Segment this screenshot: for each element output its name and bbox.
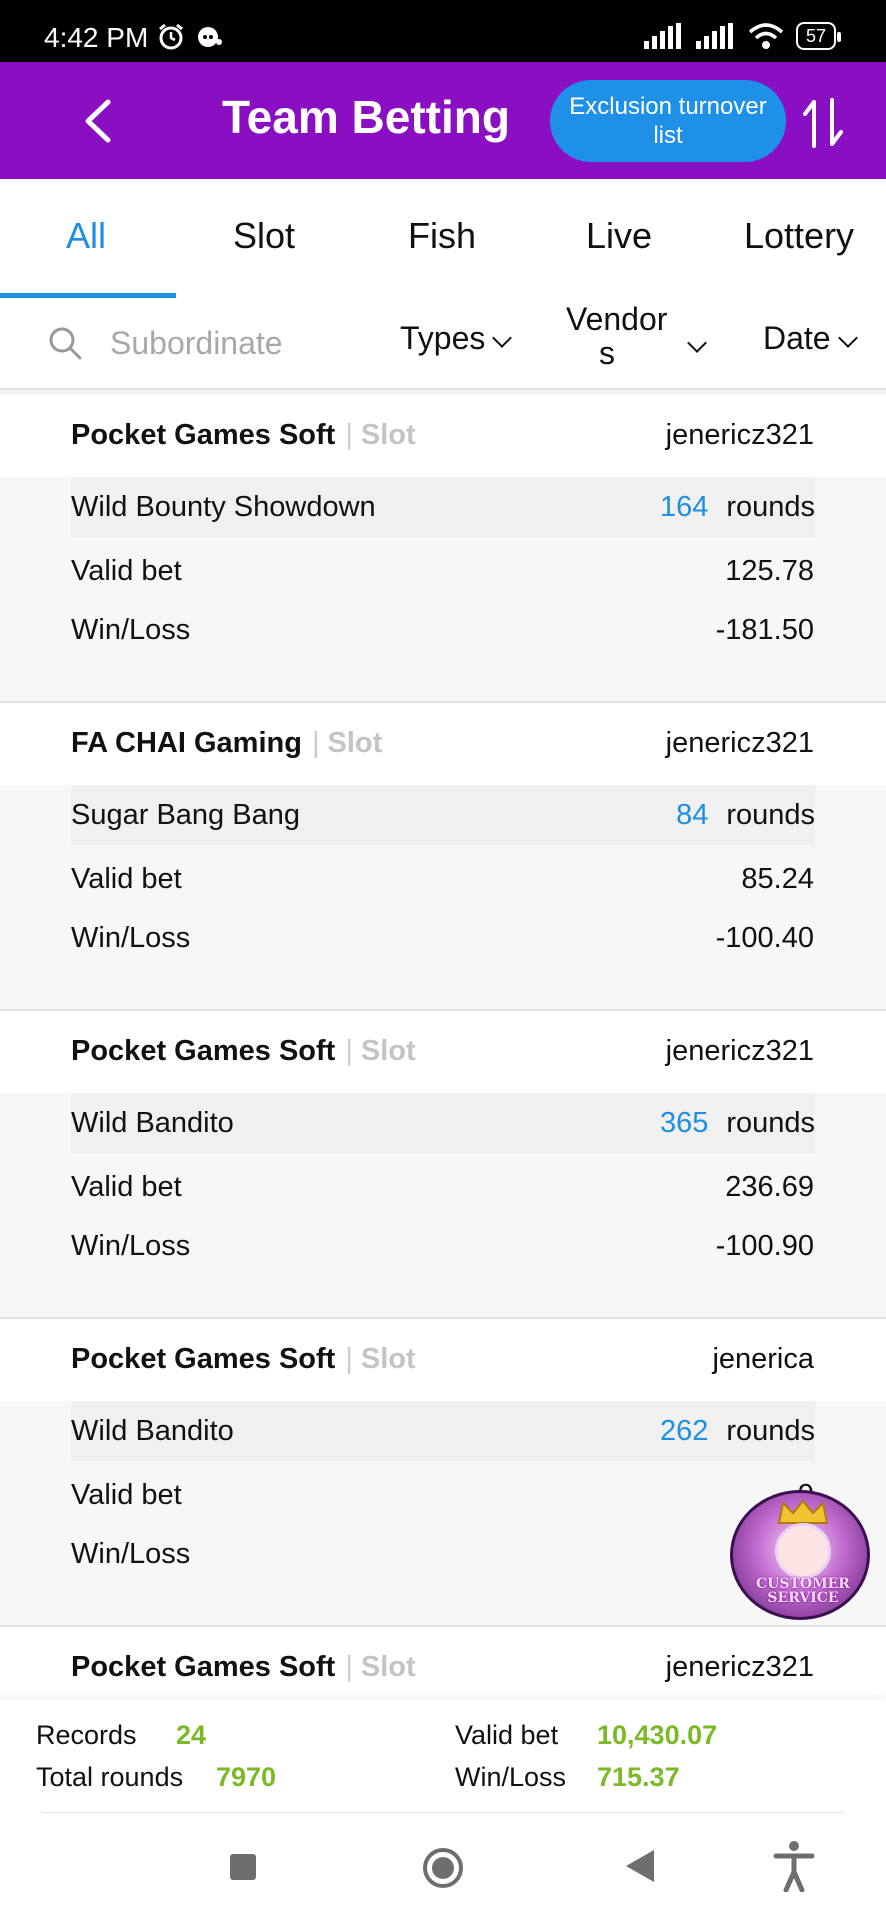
username: jenericz321 bbox=[665, 1651, 814, 1683]
vendor-name: FA CHAI Gaming | Slot bbox=[71, 727, 383, 759]
valid-bet-total-value: 10,430.07 bbox=[597, 1720, 718, 1750]
vendors-filter-label: Vendor s bbox=[566, 301, 668, 371]
valid-bet-label: Valid bet bbox=[71, 1479, 182, 1511]
recent-apps-button[interactable] bbox=[230, 1854, 256, 1880]
types-filter-label: Types bbox=[400, 320, 486, 356]
nav-back-button[interactable] bbox=[626, 1850, 654, 1882]
vendor-name: Pocket Games Soft | Slot bbox=[71, 1651, 416, 1683]
filter-bar: Types Vendor s Date bbox=[0, 298, 886, 390]
win-loss-label: Win/Loss bbox=[71, 1538, 191, 1570]
game-name: Wild Bandito bbox=[71, 1415, 234, 1447]
types-filter[interactable]: Types bbox=[400, 320, 513, 357]
game-type: Slot bbox=[360, 1035, 416, 1067]
valid-bet-label: Valid bet bbox=[71, 1171, 182, 1203]
crown-icon bbox=[777, 1499, 829, 1524]
game-name: Wild Bandito bbox=[71, 1107, 234, 1139]
category-tabs: All Slot Fish Live Lottery bbox=[0, 179, 886, 298]
bet-record-card[interactable]: FA CHAI Gaming | Slot jenericz321 Sugar Ba… bbox=[0, 703, 886, 1011]
records-value: 24 bbox=[176, 1720, 207, 1750]
avatar bbox=[775, 1523, 831, 1579]
divider bbox=[42, 1812, 844, 1813]
win-loss-value: -100.90 bbox=[715, 1230, 814, 1262]
customer-service-label: CUSTOMER SERVICE bbox=[756, 1576, 850, 1606]
chevron-down-icon[interactable] bbox=[687, 333, 707, 353]
valid-bet-label: Valid bet bbox=[71, 555, 182, 587]
username: jenericz321 bbox=[665, 1035, 814, 1067]
game-type: Slot bbox=[360, 1651, 416, 1683]
home-button[interactable] bbox=[423, 1848, 463, 1888]
bet-records-list[interactable]: Pocket Games Soft | Slot jenericz321 Wild … bbox=[0, 395, 886, 1700]
date-filter[interactable]: Date bbox=[763, 320, 858, 357]
total-rounds-label: Total rounds bbox=[36, 1762, 184, 1792]
accessibility-icon[interactable] bbox=[772, 1840, 816, 1892]
win-loss-value: -181.50 bbox=[715, 614, 814, 646]
tab-fish[interactable]: Fish bbox=[408, 215, 476, 257]
game-type: Slot bbox=[360, 419, 416, 451]
customer-service-button[interactable]: CUSTOMER SERVICE bbox=[730, 1490, 870, 1620]
valid-bet-value: 125.78 bbox=[725, 555, 814, 587]
date-filter-label: Date bbox=[763, 320, 831, 356]
battery-indicator: 57 bbox=[795, 22, 842, 50]
rounds-count: 262 rounds bbox=[659, 1415, 815, 1447]
records-label: Records bbox=[36, 1720, 137, 1750]
back-arrow-icon[interactable] bbox=[78, 96, 118, 146]
vendor-name: Pocket Games Soft | Slot bbox=[71, 1343, 416, 1375]
win-loss-total-value: 715.37 bbox=[597, 1762, 680, 1792]
total-rounds-value: 7970 bbox=[216, 1762, 277, 1792]
tab-lottery[interactable]: Lottery bbox=[744, 215, 854, 257]
chevron-down-icon bbox=[837, 328, 858, 348]
alarm-icon bbox=[159, 23, 183, 50]
sort-icon[interactable] bbox=[800, 96, 848, 150]
bet-record-card[interactable]: Pocket Games Soft | Slot jenericz321 Wild … bbox=[0, 395, 886, 703]
username: jenericz321 bbox=[665, 419, 814, 451]
status-time: 4:42 PM bbox=[44, 22, 149, 53]
rounds-count: 365 rounds bbox=[659, 1107, 815, 1139]
game-name: Wild Bounty Showdown bbox=[71, 491, 376, 523]
tab-live[interactable]: Live bbox=[586, 215, 652, 257]
username: jenericz321 bbox=[665, 727, 814, 759]
app-header: Team Betting Exclusion turnover list bbox=[0, 62, 886, 179]
vendor-name: Pocket Games Soft | Slot bbox=[71, 1035, 416, 1067]
win-loss-label: Win/Loss bbox=[71, 614, 191, 646]
win-loss-total-label: Win/Loss bbox=[455, 1762, 567, 1792]
win-loss-label: Win/Loss bbox=[71, 1230, 191, 1262]
tab-all[interactable]: All bbox=[66, 215, 106, 257]
valid-bet-value: 236.69 bbox=[725, 1171, 814, 1203]
chevron-down-icon bbox=[492, 328, 513, 348]
username: jenerica bbox=[712, 1343, 814, 1375]
game-type: Slot bbox=[327, 727, 383, 759]
status-bar: 4:42 PM 57 bbox=[0, 0, 886, 62]
valid-bet-total-label: Valid bet bbox=[455, 1720, 559, 1750]
game-name: Sugar Bang Bang bbox=[71, 799, 300, 831]
search-icon bbox=[49, 327, 82, 360]
exclusion-turnover-list-button[interactable]: Exclusion turnover list bbox=[550, 80, 786, 162]
tab-slot[interactable]: Slot bbox=[233, 215, 295, 257]
notification-icon bbox=[198, 27, 222, 47]
bet-record-card[interactable]: Pocket Games Soft | Slot jenericz321 bbox=[0, 1627, 886, 1700]
win-loss-label: Win/Loss bbox=[71, 922, 191, 954]
rounds-count: 84 rounds bbox=[676, 799, 815, 831]
game-type: Slot bbox=[360, 1343, 416, 1375]
valid-bet-value: 85.24 bbox=[741, 863, 814, 895]
signal-icon-2 bbox=[695, 23, 733, 49]
rounds-count: 164 rounds bbox=[659, 491, 815, 523]
vendor-name: Pocket Games Soft | Slot bbox=[71, 419, 416, 451]
signal-icon bbox=[643, 23, 681, 49]
valid-bet-label: Valid bet bbox=[71, 863, 182, 895]
page-title: Team Betting bbox=[222, 91, 510, 143]
bet-record-card[interactable]: Pocket Games Soft | Slot jenericz321 Wild … bbox=[0, 1011, 886, 1319]
vendors-filter[interactable]: Vendor s bbox=[566, 302, 667, 370]
wifi-icon bbox=[748, 23, 784, 49]
subordinate-search-input[interactable] bbox=[110, 318, 350, 368]
win-loss-value: -100.40 bbox=[715, 922, 814, 954]
